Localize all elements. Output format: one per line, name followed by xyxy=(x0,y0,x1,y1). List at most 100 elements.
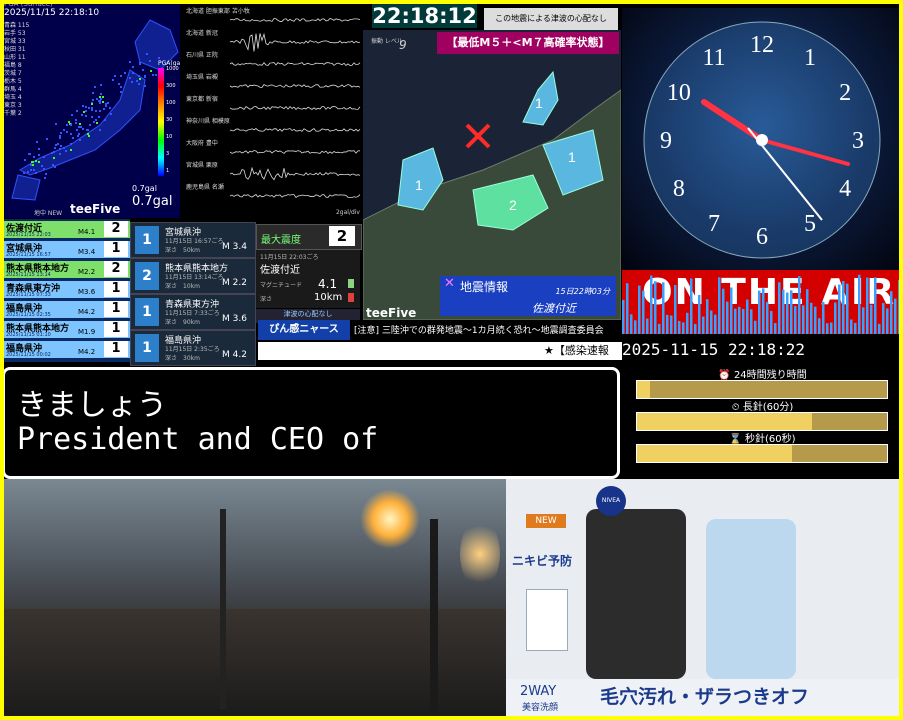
station-dot xyxy=(70,148,73,151)
station-dot xyxy=(94,119,97,122)
equalizer-bar xyxy=(874,277,877,334)
station-dot xyxy=(75,110,78,113)
scale-tick: 100 xyxy=(166,100,176,106)
waveform-trace xyxy=(229,194,361,198)
station-dot xyxy=(56,143,59,146)
station-dot xyxy=(37,148,40,151)
teefive-logo: teeFive xyxy=(70,202,121,216)
epicenter-icon: ✕ xyxy=(444,276,455,291)
station-dot xyxy=(75,128,78,131)
region-label: 2 xyxy=(509,197,517,213)
quake-intensity: 2 xyxy=(104,261,128,277)
quake-card[interactable]: 2 熊本県熊本地方 11月15日 13:14ごろ 深さ 10km M 2.2 xyxy=(130,258,256,294)
equalizer-bar xyxy=(830,322,833,334)
clock-numeral: 10 xyxy=(667,80,691,106)
station-dot xyxy=(70,143,73,146)
station-dot xyxy=(46,138,49,141)
station-dot xyxy=(105,105,108,108)
quake-row[interactable]: 熊本県熊本地方 2025/11/15 01:10 M1.9 1 xyxy=(4,321,130,338)
quake-magnitude: M3.6 xyxy=(78,288,96,296)
earthquake-info-box: ✕ 地震情報 15日22時03分 佐渡付近 xyxy=(440,276,616,316)
equalizer-bar xyxy=(826,323,829,334)
gal-small-label: 0.7gal xyxy=(132,184,157,193)
on-air-panel: ON THE AIR xyxy=(622,270,903,334)
station-dot xyxy=(99,92,102,95)
quake-magnitude: M3.4 xyxy=(78,248,96,256)
breaking-news: ★【感染速報 xyxy=(540,342,613,360)
station-dot xyxy=(69,123,72,126)
equalizer-bar xyxy=(758,290,761,334)
quake-card[interactable]: 1 宮城県沖 11月15日 16:57ごろ 深さ 50km M 3.4 xyxy=(130,222,256,258)
detail-date: 11月15日 22:03ごろ xyxy=(260,254,319,261)
equalizer-bar xyxy=(634,320,637,334)
analog-clock: 12 1 2 3 4 5 6 7 8 9 10 11 xyxy=(622,8,903,270)
station-dot xyxy=(77,133,80,136)
equalizer-bar xyxy=(646,318,649,334)
station-label: 鹿児島県 名瀬 xyxy=(186,184,224,191)
card-depth: 深さ 50km xyxy=(165,247,200,254)
quake-intensity: 2 xyxy=(104,221,128,237)
station-dot xyxy=(101,95,104,98)
quake-row[interactable]: 福島県沖 2025/11/15 02:35 M4.2 1 xyxy=(4,301,130,318)
max-intensity-value: 2 xyxy=(329,226,355,246)
scale-tick: 1 xyxy=(166,168,170,174)
station-dot xyxy=(59,147,62,150)
equalizer-bar xyxy=(778,282,781,334)
quake-row[interactable]: 青森県東方沖 2025/11/15 07:33 M3.6 1 xyxy=(4,281,130,298)
station-dot xyxy=(129,61,132,64)
station-dot xyxy=(50,151,53,154)
equalizer-bar xyxy=(742,308,745,334)
station-dot xyxy=(40,164,43,167)
station-dot xyxy=(98,116,101,119)
intensity-badge: 1 xyxy=(135,226,159,254)
progress-title: ⏲ 長針(60分) xyxy=(731,402,794,413)
equalizer-bar xyxy=(838,284,841,334)
station-dot xyxy=(91,102,94,105)
equalizer-bar xyxy=(714,314,717,334)
quake-date: 2025/11/15 02:35 xyxy=(6,312,51,318)
level-value: 9 xyxy=(399,38,407,52)
station-dot xyxy=(139,78,142,81)
station-dot xyxy=(152,73,155,76)
quake-card[interactable]: 1 福島県沖 11月15日 2:35ごろ 深さ 30km M 4.2 xyxy=(130,330,256,366)
station-dot xyxy=(22,172,25,175)
quake-row[interactable]: 福島県沖 2025/11/15 00:02 M4.2 1 xyxy=(4,341,130,358)
quake-date: 2025/11/15 01:10 xyxy=(6,332,51,338)
station-dot xyxy=(72,137,75,140)
equalizer-bar xyxy=(854,322,857,334)
equalizer-bar xyxy=(882,303,885,334)
intensity-badge: 1 xyxy=(135,334,159,362)
quake-date: 2025/11/15 22:03 xyxy=(6,232,51,238)
station-dot xyxy=(87,129,90,132)
clock-center xyxy=(756,134,768,146)
waveform-trace xyxy=(229,105,361,111)
station-dot xyxy=(58,137,61,140)
two-way-sub: 美容洗顔 xyxy=(522,703,559,713)
station-dot xyxy=(26,170,29,173)
subtitle-line-1: きましょう xyxy=(17,388,167,423)
quake-row[interactable]: 宮城県沖 2025/11/15 16:57 M3.4 1 xyxy=(4,241,130,258)
waveform-unit: 2gal/div xyxy=(335,209,360,216)
quake-magnitude: M4.1 xyxy=(78,228,96,236)
station-dot xyxy=(129,77,132,80)
station-dot xyxy=(142,68,145,71)
equalizer-bar xyxy=(774,323,777,334)
quake-row[interactable]: 熊本県熊本地方 2025/11/15 13:14 M2.2 2 xyxy=(4,261,130,278)
equalizer-bar xyxy=(686,312,689,334)
station-dot xyxy=(120,85,123,88)
quake-magnitude: M4.2 xyxy=(78,348,96,356)
equalizer-bar xyxy=(730,287,733,334)
product-tube xyxy=(526,589,568,651)
scale-tick: 30 xyxy=(166,117,173,123)
utility-pole xyxy=(430,519,438,719)
quake-intensity: 1 xyxy=(104,301,128,317)
scale-tick: 1000 xyxy=(166,66,179,72)
clock-numeral: 7 xyxy=(708,211,720,237)
station-dot xyxy=(78,138,81,141)
quake-card[interactable]: 1 青森県東方沖 11月15日 7:33ごろ 深さ 90km M 3.6 xyxy=(130,294,256,330)
station-dot xyxy=(98,101,101,104)
quake-row[interactable]: 佐渡付近 2025/11/15 22:03 M4.1 2 xyxy=(4,221,130,238)
pga-color-scale xyxy=(158,68,164,176)
waveform-trace xyxy=(229,32,361,52)
quake-date: 2025/11/15 00:02 xyxy=(6,352,51,358)
